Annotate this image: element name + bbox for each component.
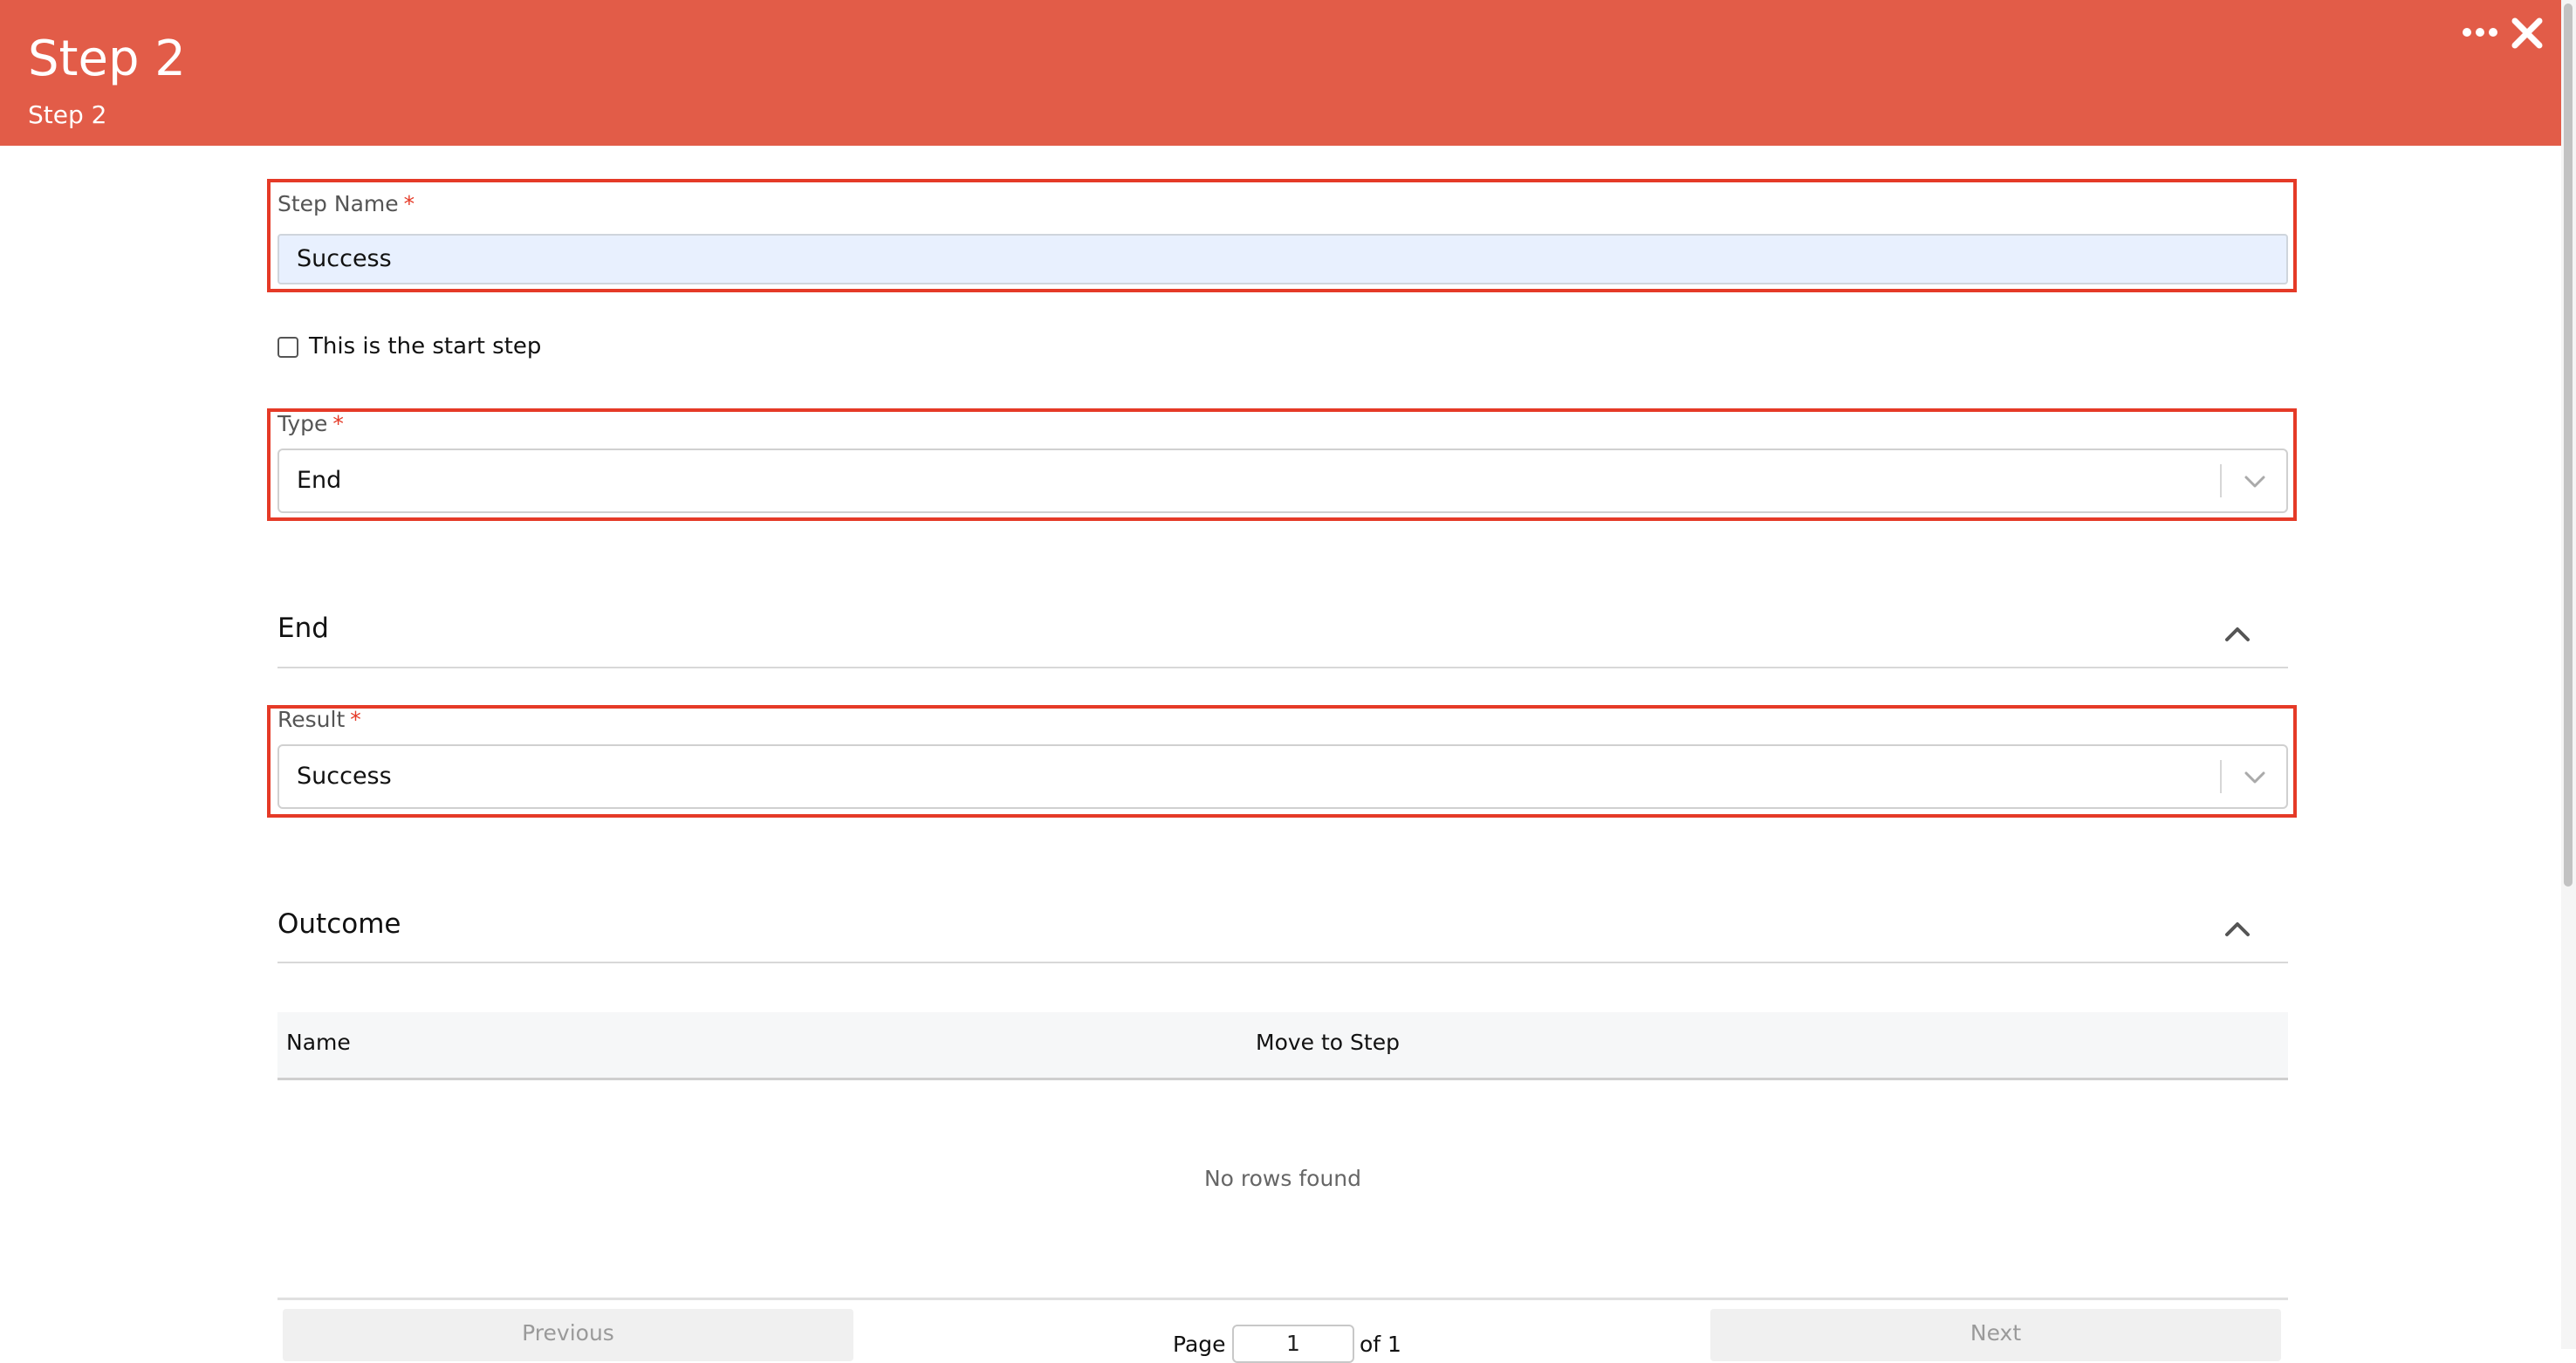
type-select[interactable]: End [277, 449, 2288, 513]
dialog-title: Step 2 [28, 31, 186, 87]
scrollbar-thumb[interactable] [2564, 3, 2573, 887]
more-horizontal-icon[interactable] [2461, 21, 2499, 44]
empty-table-message: No rows found [1203, 1166, 1362, 1191]
chevron-up-icon[interactable] [2223, 623, 2251, 644]
column-header-name[interactable]: Name [286, 1030, 351, 1055]
start-step-checkbox[interactable] [277, 337, 298, 358]
end-section-title: End [277, 613, 329, 644]
result-label-text: Result [277, 707, 346, 732]
required-mark: * [332, 411, 344, 436]
end-section-divider [277, 667, 2288, 668]
outcome-section-divider [277, 962, 2288, 963]
column-header-move-to-step[interactable]: Move to Step [1256, 1030, 1400, 1055]
result-select-value: Success [297, 763, 392, 790]
close-icon[interactable] [2510, 16, 2545, 51]
start-step-label[interactable]: This is the start step [309, 333, 541, 360]
select-separator [2220, 464, 2222, 497]
next-page-button[interactable]: Next [1710, 1309, 2281, 1361]
dialog-subtitle: Step 2 [28, 100, 107, 129]
page-label: Page [1173, 1332, 1226, 1357]
required-mark: * [403, 191, 415, 216]
type-label-text: Type [277, 411, 328, 436]
result-label: Result * [277, 707, 361, 732]
step-name-label-text: Step Name [277, 191, 399, 216]
chevron-down-icon[interactable] [2241, 469, 2269, 494]
scrollbar[interactable] [2561, 0, 2576, 1349]
outcome-section-title: Outcome [277, 908, 401, 940]
previous-page-button[interactable]: Previous [283, 1309, 853, 1361]
step-name-label: Step Name * [277, 191, 414, 216]
chevron-up-icon[interactable] [2223, 918, 2251, 939]
page-total-label: of 1 [1360, 1332, 1401, 1357]
type-label: Type * [277, 411, 344, 436]
outcome-table-header: Name Move to Step [277, 1012, 2288, 1080]
step-name-input[interactable]: Success [277, 234, 2288, 284]
pagination-divider [277, 1298, 2288, 1300]
chevron-down-icon[interactable] [2241, 765, 2269, 790]
page-number-input[interactable]: 1 [1232, 1325, 1354, 1363]
select-separator [2220, 760, 2222, 793]
dialog-header: Step 2 Step 2 [0, 0, 2561, 146]
required-mark: * [350, 707, 361, 732]
type-select-value: End [297, 467, 342, 494]
result-select[interactable]: Success [277, 744, 2288, 809]
